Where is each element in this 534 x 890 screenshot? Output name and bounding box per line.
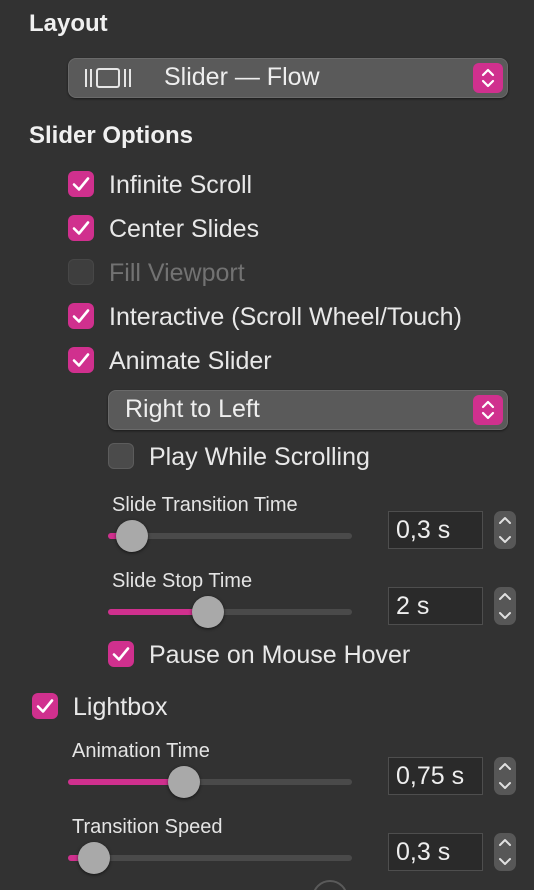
pause-on-hover-label: Pause on Mouse Hover [149,641,411,669]
animation-time-field[interactable]: 0,75 s [388,757,483,795]
animation-time-label: Animation Time [72,740,210,762]
slider-flow-icon [83,66,135,95]
center-slides-label: Center Slides [109,215,260,243]
animate-slider-label: Animate Slider [109,347,272,375]
direction-select[interactable]: Right to Left [108,390,508,430]
animate-slider-checkbox[interactable]: Animate Slider [68,346,468,376]
fill-viewport-checkbox: Fill Viewport [68,258,468,288]
slider-fill [68,779,184,785]
layout-select-value: Slider — Flow [164,62,320,91]
inspector-panel: Layout Slider — Flow Slider Options Infi… [0,0,534,890]
interactive-checkbox[interactable]: Interactive (Scroll Wheel/Touch) [68,302,508,332]
infinite-scroll-checkbox[interactable]: Infinite Scroll [68,170,468,200]
direction-select-chevrons-icon [473,395,503,425]
checkmark-icon [32,693,58,719]
center-slides-checkbox[interactable]: Center Slides [68,214,468,244]
transition-speed-track[interactable] [68,842,352,874]
infinite-scroll-label: Infinite Scroll [109,171,253,199]
slider-knob[interactable] [192,596,224,628]
direction-select-value: Right to Left [125,394,260,423]
layout-select-chevrons-icon [473,63,503,93]
transition-speed-stepper[interactable] [494,833,516,871]
slide-transition-time-field[interactable]: 0,3 s [388,511,483,549]
lightbox-label: Lightbox [73,693,168,721]
checkbox-empty-icon [108,443,134,469]
checkbox-empty-icon [68,259,94,285]
checkmark-icon [68,171,94,197]
slide-stop-time-field[interactable]: 2 s [388,587,483,625]
animation-time-stepper[interactable] [494,757,516,795]
slide-stop-time-stepper[interactable] [494,587,516,625]
more-control-icon [312,880,348,890]
fill-viewport-label: Fill Viewport [109,259,245,287]
pause-on-hover-checkbox[interactable]: Pause on Mouse Hover [108,640,488,670]
play-while-scrolling-label: Play While Scrolling [149,443,370,471]
checkmark-icon [108,641,134,667]
slider-knob[interactable] [116,520,148,552]
slide-stop-time-track[interactable] [108,596,352,628]
transition-speed-label: Transition Speed [72,816,223,838]
transition-speed-field[interactable]: 0,3 s [388,833,483,871]
slide-transition-time-label: Slide Transition Time [112,494,298,516]
slide-stop-time-label: Slide Stop Time [112,570,253,592]
slider-knob[interactable] [168,766,200,798]
slide-transition-time-stepper[interactable] [494,511,516,549]
slider-options-section-title: Slider Options [29,122,194,149]
lightbox-checkbox[interactable]: Lightbox [32,692,332,722]
interactive-label: Interactive (Scroll Wheel/Touch) [109,303,462,331]
slide-transition-time-track[interactable] [108,520,352,552]
play-while-scrolling-checkbox[interactable]: Play While Scrolling [108,442,488,472]
layout-section-title: Layout [29,10,108,37]
animation-time-track[interactable] [68,766,352,798]
slider-knob[interactable] [78,842,110,874]
checkmark-icon [68,347,94,373]
layout-select[interactable]: Slider — Flow [68,58,508,98]
checkmark-icon [68,215,94,241]
checkmark-icon [68,303,94,329]
